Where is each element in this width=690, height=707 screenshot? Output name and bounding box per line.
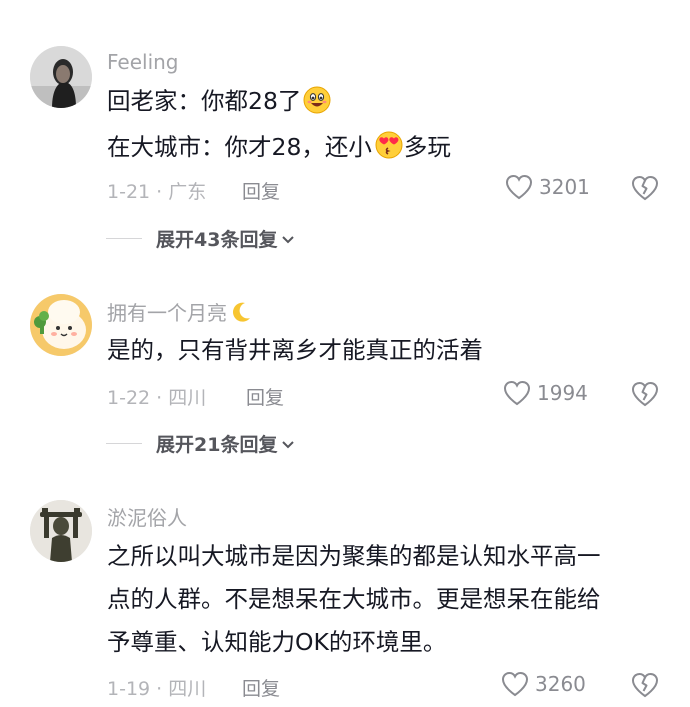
heart-icon	[505, 174, 533, 200]
dislike-button[interactable]	[631, 175, 659, 205]
like-button[interactable]: 3260	[501, 671, 586, 697]
cartoon-character-avatar-icon	[30, 294, 92, 356]
broken-heart-icon	[631, 672, 659, 702]
reply-button[interactable]: 回复	[246, 383, 284, 410]
bronze-figure-avatar-icon	[30, 500, 92, 562]
broken-heart-icon	[631, 381, 659, 411]
like-count: 3260	[535, 672, 586, 696]
like-button[interactable]: 1994	[503, 380, 588, 406]
comment-meta: 1-21 · 广东	[107, 181, 207, 203]
like-button[interactable]: 3201	[505, 174, 590, 200]
expand-replies-button[interactable]: 展开21条回复	[106, 430, 295, 457]
avatar[interactable]	[30, 294, 92, 356]
heart-icon	[501, 671, 529, 697]
avatar[interactable]	[30, 46, 92, 108]
comment-line: 之所以叫大城市是因为聚集的都是认知水平高一	[107, 542, 601, 570]
username-text: 拥有一个月亮	[107, 301, 227, 325]
username[interactable]: Feeling	[107, 50, 179, 74]
heart-icon	[503, 380, 531, 406]
expand-replies-label: 展开43条回复	[156, 229, 278, 251]
like-count: 1994	[537, 381, 588, 405]
comment-line: 回老家：你都28了	[107, 87, 302, 115]
comment-line: 在大城市：你才28，还小	[107, 133, 372, 161]
divider	[106, 238, 142, 239]
comment-text: 之所以叫大城市是因为聚集的都是认知水平高一 点的人群。不是想呆在大城市。更是想呆…	[107, 539, 667, 660]
reply-button[interactable]: 回复	[242, 674, 280, 701]
comment-line: 是的，只有背井离乡才能真正的活着	[107, 336, 483, 364]
avatar[interactable]	[30, 500, 92, 562]
comment-line: 予尊重、认知能力OK的环境里。	[107, 628, 447, 656]
comment-line: 多玩	[403, 133, 451, 161]
expand-replies-button[interactable]: 展开43条回复	[106, 225, 295, 252]
dislike-button[interactable]	[631, 672, 659, 702]
broken-heart-icon	[631, 175, 659, 205]
comment-meta: 1-19 · 四川	[107, 678, 207, 700]
divider	[106, 443, 142, 444]
heart-eyes-emoji-icon	[374, 130, 404, 170]
dislike-button[interactable]	[631, 381, 659, 411]
comment-meta: 1-22 · 四川	[107, 387, 207, 409]
comment-text: 回老家：你都28了 在大城市：你才28，还小 多玩	[107, 84, 667, 170]
comment-line: 点的人群。不是想呆在大城市。更是想呆在能给	[107, 585, 601, 613]
reply-button[interactable]: 回复	[242, 177, 280, 204]
username[interactable]: 拥有一个月亮	[107, 297, 252, 328]
crescent-moon-emoji-icon	[230, 301, 252, 328]
username[interactable]: 淤泥俗人	[107, 502, 187, 531]
user-photo-avatar-icon	[30, 46, 92, 108]
expand-replies-label: 展开21条回复	[156, 434, 278, 456]
like-count: 3201	[539, 175, 590, 199]
grinning-face-emoji-icon	[303, 86, 331, 124]
chevron-down-icon	[281, 228, 295, 250]
comment-text: 是的，只有背井离乡才能真正的活着	[107, 333, 667, 368]
chevron-down-icon	[281, 433, 295, 455]
